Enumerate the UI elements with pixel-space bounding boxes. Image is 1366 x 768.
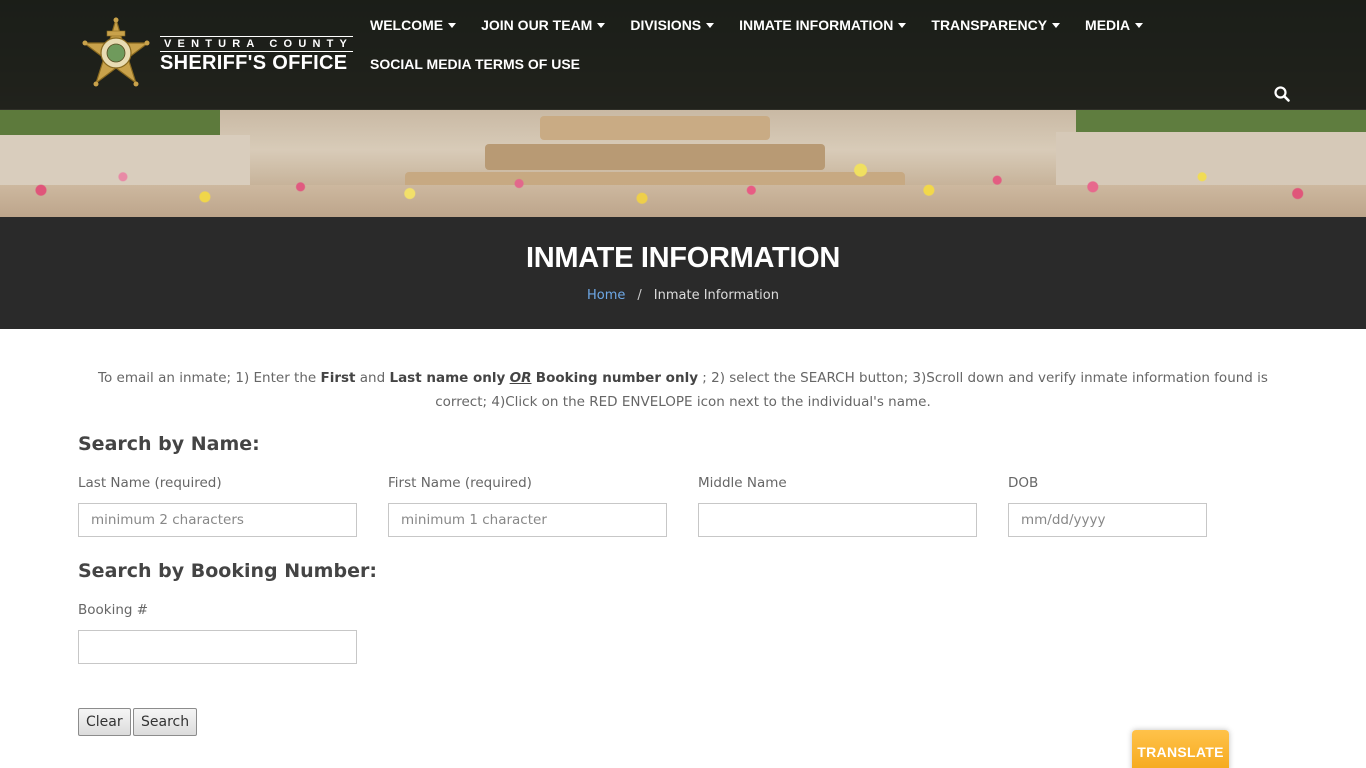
instructions-or: OR <box>509 370 532 386</box>
instructions-text: and <box>355 370 390 386</box>
instructions-bold-last-name: Last name only <box>389 370 506 386</box>
breadcrumb-home-link[interactable]: Home <box>587 288 625 303</box>
nav-item-label: DIVISIONS <box>630 17 702 33</box>
nav-item-label: JOIN OUR TEAM <box>481 17 593 33</box>
nav-item-label: INMATE INFORMATION <box>739 17 894 33</box>
caret-down-icon <box>597 22 606 28</box>
last-name-label: Last Name (required) <box>78 475 222 491</box>
search-button[interactable]: Search <box>133 708 198 736</box>
hero-fountain-step <box>540 116 770 140</box>
nav-item-label: MEDIA <box>1085 17 1131 33</box>
last-name-input[interactable] <box>78 503 357 537</box>
nav-item-media[interactable]: MEDIA <box>1085 14 1144 36</box>
logo-county-text: VENTURA COUNTY <box>160 36 354 52</box>
page-title: INMATE INFORMATION <box>525 242 841 274</box>
nav-item-label: SOCIAL MEDIA TERMS OF USE <box>370 56 581 72</box>
breadcrumb-separator: / <box>637 288 642 303</box>
nav-item-divisions[interactable]: DIVISIONS <box>630 14 715 36</box>
caret-down-icon <box>706 22 715 28</box>
first-name-label: First Name (required) <box>388 475 532 491</box>
instructions-bold-first: First <box>320 370 356 386</box>
main-navigation: WELCOME JOIN OUR TEAM DIVISIONS INMATE I… <box>370 14 1170 92</box>
nav-item-social-media-terms[interactable]: SOCIAL MEDIA TERMS OF USE <box>370 53 580 75</box>
nav-item-join-our-team[interactable]: JOIN OUR TEAM <box>481 14 606 36</box>
email-inmate-instructions: To email an inmate; 1) Enter the First a… <box>76 366 1290 414</box>
instructions-bold-booking: Booking number only <box>535 370 698 386</box>
middle-name-label: Middle Name <box>698 475 787 491</box>
logo-text: VENTURA COUNTY SHERIFF'S OFFICE <box>160 36 354 74</box>
site-logo[interactable]: VENTURA COUNTY SHERIFF'S OFFICE <box>82 17 354 93</box>
nav-item-transparency[interactable]: TRANSPARENCY <box>931 14 1061 36</box>
caret-down-icon <box>1135 22 1144 28</box>
search-icon[interactable] <box>1273 85 1291 103</box>
dob-label: DOB <box>1008 475 1039 491</box>
hero-hedge <box>0 110 220 138</box>
caret-down-icon <box>1052 22 1061 28</box>
nav-item-welcome[interactable]: WELCOME <box>370 14 457 36</box>
caret-down-icon <box>448 22 457 28</box>
search-by-name-heading: Search by Name: <box>78 433 260 455</box>
breadcrumb-current: Inmate Information <box>653 288 779 303</box>
hero-flowers <box>0 150 1366 217</box>
booking-number-input[interactable] <box>78 630 357 664</box>
middle-name-input[interactable] <box>698 503 977 537</box>
nav-row-primary: WELCOME JOIN OUR TEAM DIVISIONS INMATE I… <box>370 14 1170 36</box>
dob-input[interactable] <box>1008 503 1207 537</box>
first-name-input[interactable] <box>388 503 667 537</box>
sheriff-star-icon <box>82 17 150 87</box>
breadcrumb: Home / Inmate Information <box>0 288 1366 303</box>
booking-number-label: Booking # <box>78 602 149 618</box>
search-by-booking-heading: Search by Booking Number: <box>78 560 377 582</box>
nav-item-label: TRANSPARENCY <box>931 17 1048 33</box>
caret-down-icon <box>898 22 907 28</box>
instructions-text: To email an inmate; 1) Enter the <box>98 370 321 386</box>
nav-row-secondary: SOCIAL MEDIA TERMS OF USE <box>370 53 1170 75</box>
clear-button[interactable]: Clear <box>78 708 131 736</box>
logo-office-text: SHERIFF'S OFFICE <box>160 52 348 74</box>
nav-item-label: WELCOME <box>370 17 444 33</box>
nav-item-inmate-information[interactable]: INMATE INFORMATION <box>739 14 907 36</box>
translate-button[interactable]: TRANSLATE <box>1132 730 1229 768</box>
